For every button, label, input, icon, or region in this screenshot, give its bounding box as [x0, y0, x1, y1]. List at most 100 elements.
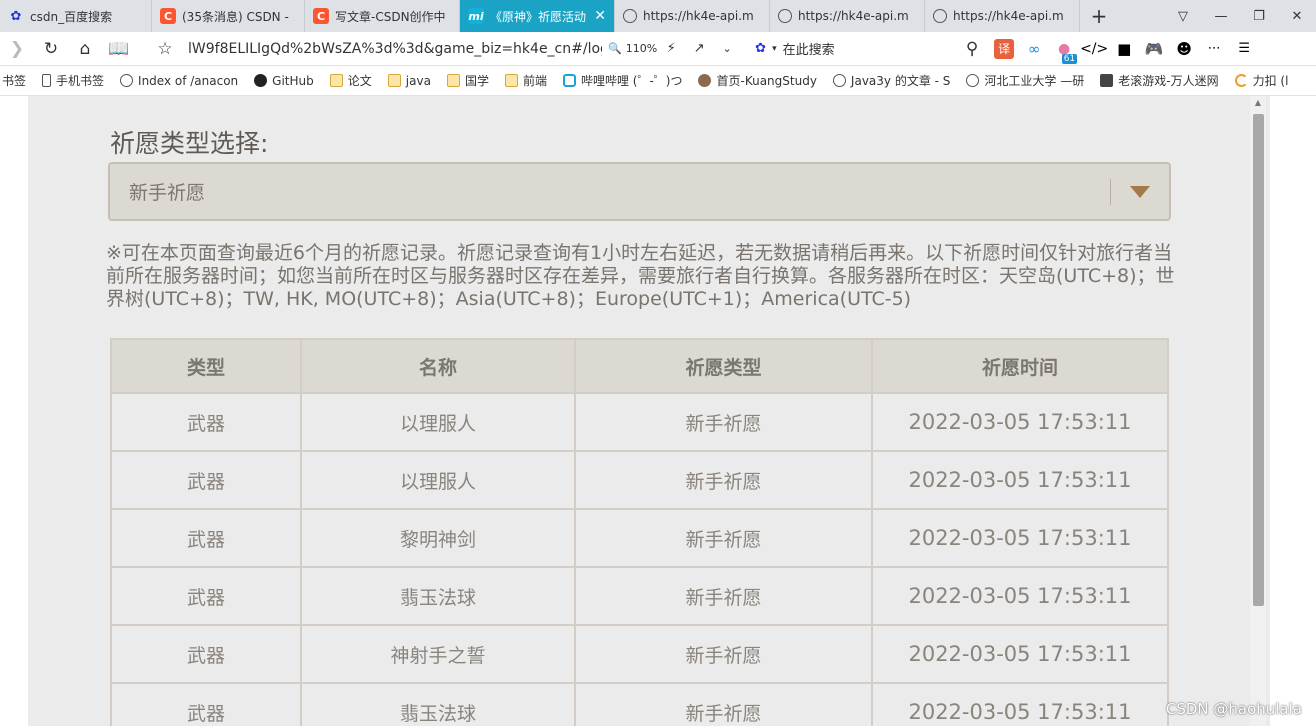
- devtools-icon[interactable]: </>: [1079, 35, 1109, 63]
- page-scrollbar[interactable]: ▲: [1250, 96, 1266, 726]
- cell-type: 武器: [110, 392, 302, 452]
- bookmark-folder[interactable]: 国学: [439, 72, 497, 89]
- cell-wish-type: 新手祈愿: [574, 624, 873, 684]
- url-field[interactable]: lW9f8ELILIgQd%2bWsZA%3d%3d&game_biz=hk4e…: [182, 41, 602, 57]
- bookmark-folder[interactable]: 论文: [322, 72, 380, 89]
- search-icon[interactable]: ⚲: [955, 35, 989, 63]
- folder-icon: [446, 74, 460, 87]
- minimize-icon[interactable]: —: [1202, 9, 1240, 24]
- baidu-paw-icon: ✿: [10, 8, 22, 24]
- cell-name: 翡玉法球: [300, 566, 576, 626]
- wish-type-select[interactable]: 新手祈愿: [108, 162, 1171, 221]
- close-window-icon[interactable]: ✕: [1278, 9, 1316, 24]
- wish-type-selected-value: 新手祈愿: [129, 182, 206, 204]
- cell-type: 武器: [110, 450, 302, 510]
- bookmark-item[interactable]: 力扣 (l: [1227, 72, 1297, 89]
- tampermonkey-icon[interactable]: ■: [1109, 35, 1139, 63]
- column-header-type: 类型: [110, 338, 302, 394]
- home-icon[interactable]: ⌂: [68, 35, 102, 63]
- cell-wish-type: 新手祈愿: [574, 392, 873, 452]
- github-icon: [254, 74, 268, 87]
- tab-hk4e-api-3[interactable]: https://hk4e-api.m: [925, 0, 1080, 32]
- tab-strip: ✿ csdn_百度搜索 C (35条消息) CSDN - C 写文章-CSDN创…: [0, 0, 1316, 32]
- mihoyo-icon: mi: [468, 8, 484, 24]
- game-icon: [1100, 74, 1114, 87]
- bookmark-star-icon[interactable]: ☆: [148, 35, 182, 63]
- tab-title: https://hk4e-api.m: [953, 9, 1064, 23]
- new-tab-button[interactable]: +: [1080, 0, 1118, 32]
- cell-name: 神射手之誓: [300, 624, 576, 684]
- table-header-row: 类型 名称 祈愿类型 祈愿时间: [110, 338, 1169, 394]
- bilibili-icon: [562, 74, 576, 87]
- tab-list-icon[interactable]: ▽: [1164, 9, 1202, 24]
- close-tab-icon[interactable]: ✕: [588, 8, 606, 24]
- bookmark-item[interactable]: 手机书签: [34, 72, 112, 89]
- bookmark-item[interactable]: Java3y 的文章 - S: [825, 72, 958, 89]
- csdn-icon: C: [313, 8, 329, 24]
- bookmark-item[interactable]: 老滚游戏-万人迷网: [1092, 72, 1226, 89]
- table-row: 武器 翡玉法球 新手祈愿 2022-03-05 17:53:11: [110, 566, 1169, 626]
- extension-badge: 61: [1061, 53, 1078, 64]
- wish-type-label: 祈愿类型选择:: [110, 129, 269, 158]
- cell-wish-time: 2022-03-05 17:53:11: [871, 624, 1169, 684]
- scroll-up-arrow-icon[interactable]: ▲: [1250, 98, 1266, 107]
- sidebar-menu-icon[interactable]: ☰: [1229, 35, 1259, 63]
- character-extension-icon[interactable]: ☻: [1169, 35, 1199, 63]
- cell-wish-type: 新手祈愿: [574, 566, 873, 626]
- tab-hk4e-api-1[interactable]: https://hk4e-api.m: [615, 0, 770, 32]
- table-row: 武器 黎明神剑 新手祈愿 2022-03-05 17:53:11: [110, 508, 1169, 568]
- gamepad-icon[interactable]: 🎮: [1139, 35, 1169, 63]
- column-header-name: 名称: [300, 338, 576, 394]
- zoom-control[interactable]: 🔍 110%: [608, 42, 657, 55]
- table-row: 武器 以理服人 新手祈愿 2022-03-05 17:53:11: [110, 450, 1169, 510]
- cell-wish-time: 2022-03-05 17:53:11: [871, 682, 1169, 726]
- bookmark-item[interactable]: 河北工业大学 —研: [958, 72, 1092, 89]
- table-row: 武器 神射手之誓 新手祈愿 2022-03-05 17:53:11: [110, 624, 1169, 684]
- bookmark-item[interactable]: Index of /anacon: [112, 74, 246, 88]
- tab-baidu-search[interactable]: ✿ csdn_百度搜索: [0, 0, 152, 32]
- forward-icon[interactable]: ❯: [0, 35, 34, 63]
- bookmark-folder[interactable]: 前端: [497, 72, 555, 89]
- bookmark-item[interactable]: 首页-KuangStudy: [690, 72, 824, 89]
- tab-csdn-messages[interactable]: C (35条消息) CSDN -: [152, 0, 305, 32]
- cell-wish-time: 2022-03-05 17:53:11: [871, 392, 1169, 452]
- translate-extension-icon[interactable]: 译: [994, 38, 1015, 59]
- bookmark-folder[interactable]: java: [380, 74, 439, 88]
- wish-history-page: 祈愿类型选择: 新手祈愿 ※可在本页面查询最近6个月的祈愿记录。祈愿记录查询有1…: [28, 96, 1270, 726]
- folder-icon: [504, 74, 518, 87]
- dropdown-caret-icon[interactable]: [1111, 185, 1169, 198]
- cell-name: 翡玉法球: [300, 682, 576, 726]
- baidu-paw-icon: ✿: [755, 41, 767, 56]
- tab-title: (35条消息) CSDN -: [182, 9, 289, 24]
- restore-icon[interactable]: ❐: [1240, 9, 1278, 24]
- chevron-down-icon: ▾: [772, 43, 777, 54]
- tab-title: csdn_百度搜索: [30, 9, 113, 24]
- cell-type: 武器: [110, 508, 302, 568]
- more-menu-icon[interactable]: ⋯: [1199, 35, 1229, 63]
- tab-hk4e-api-2[interactable]: https://hk4e-api.m: [770, 0, 925, 32]
- lightning-icon[interactable]: ⚡: [657, 35, 685, 63]
- tab-genshin-wish[interactable]: mi 《原神》祈愿活动 ✕: [460, 0, 615, 32]
- avatar-icon: [698, 74, 712, 87]
- globe-icon: [120, 74, 134, 87]
- bookmark-item[interactable]: 书签: [0, 72, 34, 89]
- scrollbar-thumb[interactable]: [1253, 114, 1264, 606]
- csdn-icon: C: [160, 8, 176, 24]
- chevron-down-icon[interactable]: ⌄: [713, 35, 741, 63]
- reader-mode-icon[interactable]: 📖: [102, 35, 136, 63]
- table-row: 武器 翡玉法球 新手祈愿 2022-03-05 17:53:11: [110, 682, 1169, 726]
- page-viewport: 祈愿类型选择: 新手祈愿 ※可在本页面查询最近6个月的祈愿记录。祈愿记录查询有1…: [0, 96, 1316, 726]
- reload-icon[interactable]: ↻: [34, 35, 68, 63]
- tab-csdn-write[interactable]: C 写文章-CSDN创作中: [305, 0, 460, 32]
- infinity-extension-icon[interactable]: ∞: [1019, 35, 1049, 63]
- cat-extension-icon[interactable]: ● 61: [1049, 35, 1079, 64]
- tab-title: 写文章-CSDN创作中: [335, 9, 446, 24]
- share-icon[interactable]: ↗: [685, 35, 713, 63]
- cell-wish-type: 新手祈愿: [574, 508, 873, 568]
- cell-name: 以理服人: [300, 392, 576, 452]
- bookmark-item[interactable]: 哔哩哔哩 (゜-゜)つ: [555, 72, 691, 89]
- search-box[interactable]: ✿ ▾ 在此搜索: [755, 39, 955, 58]
- bookmark-item[interactable]: GitHub: [246, 74, 322, 88]
- cell-type: 武器: [110, 566, 302, 626]
- window-controls: ▽ — ❐ ✕: [1164, 0, 1316, 32]
